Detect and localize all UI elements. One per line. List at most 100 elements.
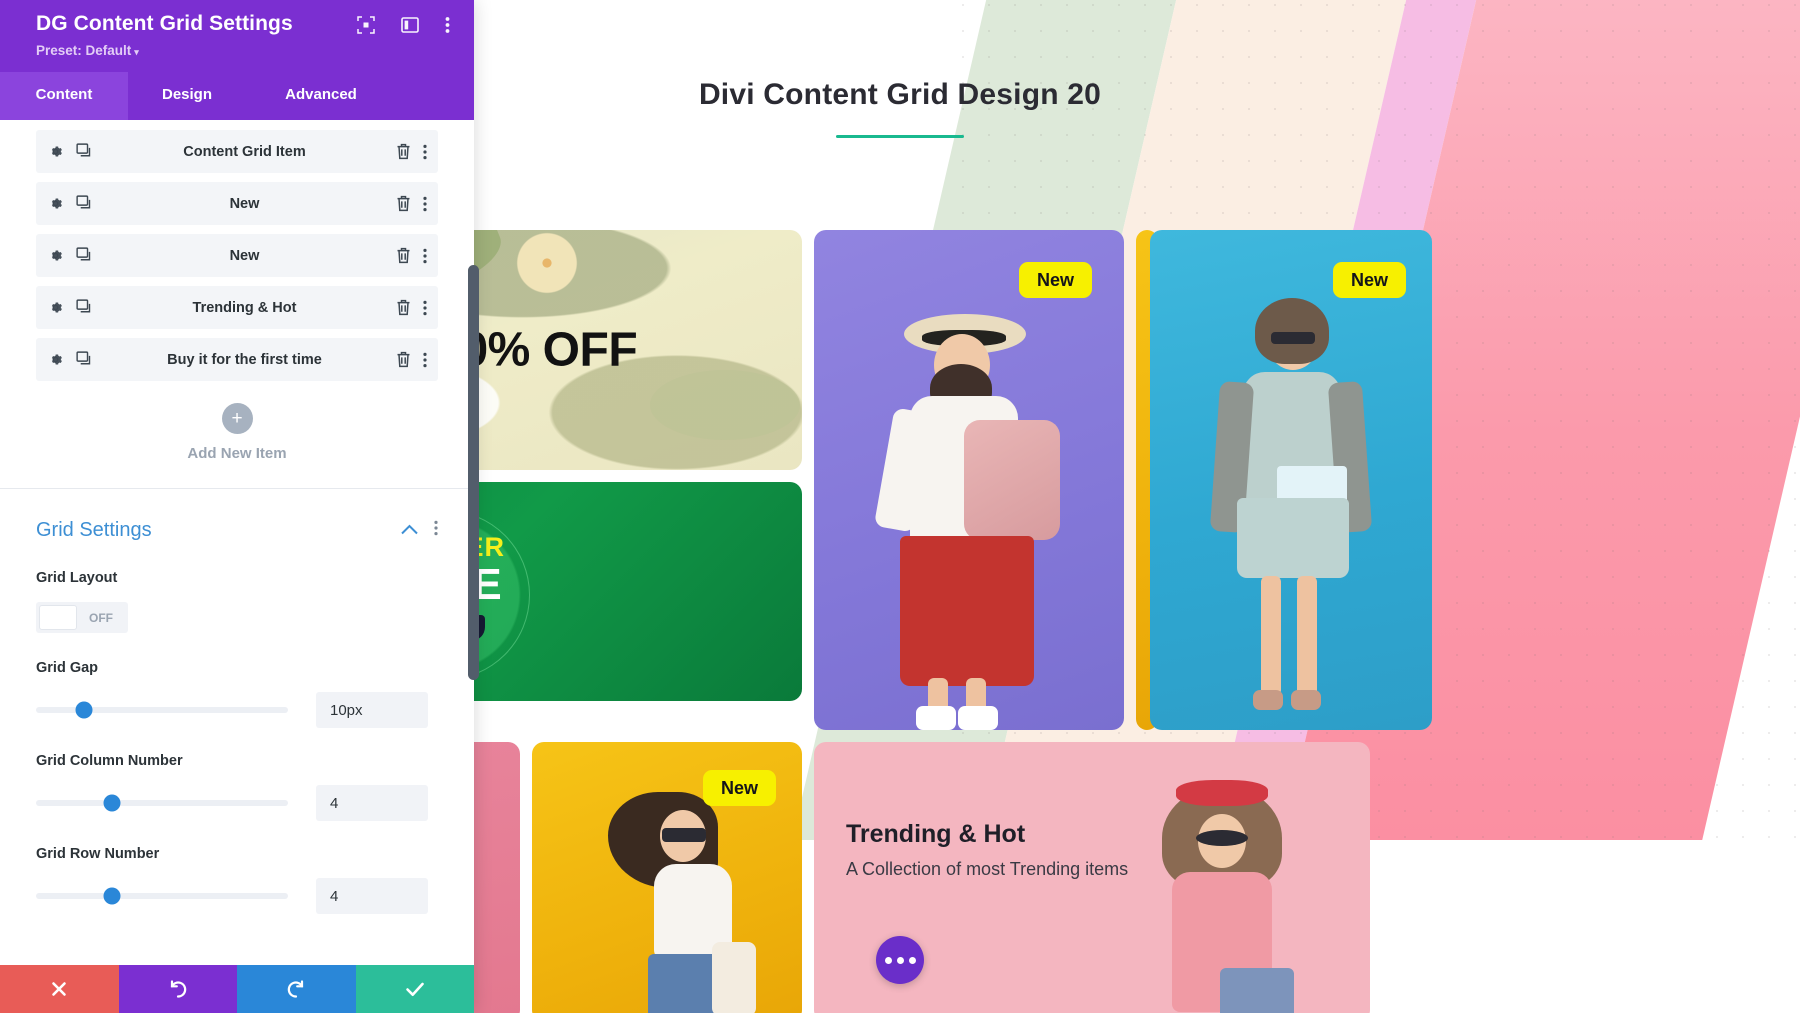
more-vertical-icon[interactable] — [423, 352, 427, 368]
close-icon — [52, 982, 67, 996]
list-item[interactable]: New — [36, 234, 438, 277]
tab-advanced[interactable]: Advanced — [246, 72, 396, 120]
list-item-right-actions — [396, 195, 427, 212]
undo-icon — [170, 980, 186, 998]
list-item-left-actions — [47, 195, 93, 212]
redo-icon — [288, 980, 304, 998]
list-item-right-actions — [396, 351, 427, 368]
redo-button[interactable] — [237, 965, 356, 1013]
model-card-purple[interactable]: New — [814, 230, 1124, 730]
duplicate-icon[interactable] — [76, 143, 93, 160]
more-vertical-icon[interactable] — [423, 300, 427, 316]
grid-row-number-slider[interactable] — [36, 887, 288, 905]
gear-icon[interactable] — [47, 195, 64, 212]
more-vertical-icon[interactable] — [423, 248, 427, 264]
grid-col-3: New — [1136, 230, 1432, 730]
grid-row-2: New New — [320, 742, 1545, 1013]
list-item-label: New — [229, 247, 260, 264]
more-vertical-icon[interactable] — [445, 16, 450, 34]
list-item-label: Trending & Hot — [192, 299, 297, 316]
grid-row-number-value[interactable]: 4 — [316, 878, 428, 914]
list-item[interactable]: New — [36, 182, 438, 225]
app-root: Divi Content Grid Design 20 UP TO 50% OF… — [0, 0, 1800, 1013]
preset-selector[interactable]: Preset: Default ▾ — [36, 43, 454, 58]
list-item-left-actions — [47, 351, 93, 368]
flower-shape-icon — [504, 230, 590, 306]
tab-content[interactable]: Content — [0, 72, 128, 120]
gear-icon[interactable] — [47, 351, 64, 368]
grid-gap-value[interactable]: 10px — [316, 692, 428, 728]
gear-icon[interactable] — [47, 299, 64, 316]
model-card-yellow[interactable]: New — [532, 742, 802, 1013]
chevron-up-icon[interactable] — [401, 522, 418, 540]
fab-dot — [896, 956, 904, 964]
list-item-left-actions — [47, 299, 93, 316]
field-grid-row-number: Grid Row Number 4 — [36, 846, 438, 914]
trash-icon[interactable] — [396, 143, 411, 160]
gear-icon[interactable] — [47, 143, 64, 160]
panel-header-actions — [357, 16, 450, 34]
list-item[interactable]: Buy it for the first time — [36, 338, 438, 381]
grid-layout-toggle[interactable]: OFF — [36, 602, 128, 633]
settings-panel-header: DG Content Grid Settings Preset: Default… — [0, 0, 474, 72]
trash-icon[interactable] — [396, 351, 411, 368]
module-options-fab[interactable] — [876, 936, 924, 984]
list-item-label: New — [229, 195, 260, 212]
fab-dot — [908, 956, 916, 964]
field-grid-layout: Grid Layout OFF — [36, 570, 438, 635]
focus-icon[interactable] — [357, 16, 375, 34]
settings-panel: DG Content Grid Settings Preset: Default… — [0, 0, 474, 1013]
field-label: Grid Row Number — [36, 846, 160, 862]
more-vertical-icon[interactable] — [423, 144, 427, 160]
list-item-right-actions — [396, 143, 427, 160]
settings-tabs: Content Design Advanced — [0, 72, 474, 120]
model-card-blue[interactable]: New — [1150, 230, 1432, 730]
list-item[interactable]: Content Grid Item — [36, 130, 438, 173]
field-grid-gap: Grid Gap 10px — [36, 660, 438, 728]
list-item[interactable]: Trending & Hot — [36, 286, 438, 329]
add-new-item-button[interactable]: + Add New Item — [36, 403, 438, 488]
slider-thumb[interactable] — [103, 794, 121, 812]
content-grid: UP TO 50% OFF SUMMER SALE New — [320, 230, 1545, 1013]
duplicate-icon[interactable] — [76, 351, 93, 368]
slider-thumb[interactable] — [75, 701, 93, 719]
list-item-right-actions — [396, 247, 427, 264]
list-item-left-actions — [47, 143, 93, 160]
check-icon — [405, 982, 424, 996]
grid-gap-slider[interactable] — [36, 701, 288, 719]
trash-icon[interactable] — [396, 247, 411, 264]
toggle-knob — [39, 605, 77, 630]
field-label: Grid Column Number — [36, 753, 183, 769]
badge-new: New — [1018, 262, 1092, 298]
grid-column-number-control: 4 — [36, 785, 438, 821]
toggle-state-label: OFF — [89, 610, 113, 625]
save-button[interactable] — [355, 965, 474, 1013]
undo-button[interactable] — [118, 965, 237, 1013]
gear-icon[interactable] — [47, 247, 64, 264]
model-figure — [1181, 290, 1401, 730]
cancel-button[interactable] — [0, 965, 119, 1013]
list-item-left-actions — [47, 247, 93, 264]
grid-row-1: UP TO 50% OFF SUMMER SALE New — [320, 230, 1545, 730]
page-scrollbar[interactable] — [468, 265, 479, 680]
more-vertical-icon[interactable] — [423, 196, 427, 212]
trending-card-subtitle: A Collection of most Trending items — [846, 859, 1129, 879]
model-figure — [854, 300, 1084, 730]
badge-new: New — [702, 770, 776, 806]
trash-icon[interactable] — [396, 195, 411, 212]
grid-settings-header: Grid Settings — [36, 519, 438, 542]
content-grid-item-list: Content Grid Item New New Trending & Hot… — [0, 120, 474, 488]
grid-column-number-value[interactable]: 4 — [316, 785, 428, 821]
settings-panel-body: Content Grid Item New New Trending & Hot… — [0, 120, 474, 965]
grid-column-number-slider[interactable] — [36, 794, 288, 812]
duplicate-icon[interactable] — [76, 299, 93, 316]
slider-thumb[interactable] — [103, 887, 121, 905]
layout-panel-icon[interactable] — [401, 17, 419, 33]
trash-icon[interactable] — [396, 299, 411, 316]
more-vertical-icon[interactable] — [434, 520, 438, 541]
badge-new: New — [1332, 262, 1406, 298]
duplicate-icon[interactable] — [76, 247, 93, 264]
tab-design[interactable]: Design — [128, 72, 246, 120]
duplicate-icon[interactable] — [76, 195, 93, 212]
preset-label: Preset: Default — [36, 43, 132, 58]
